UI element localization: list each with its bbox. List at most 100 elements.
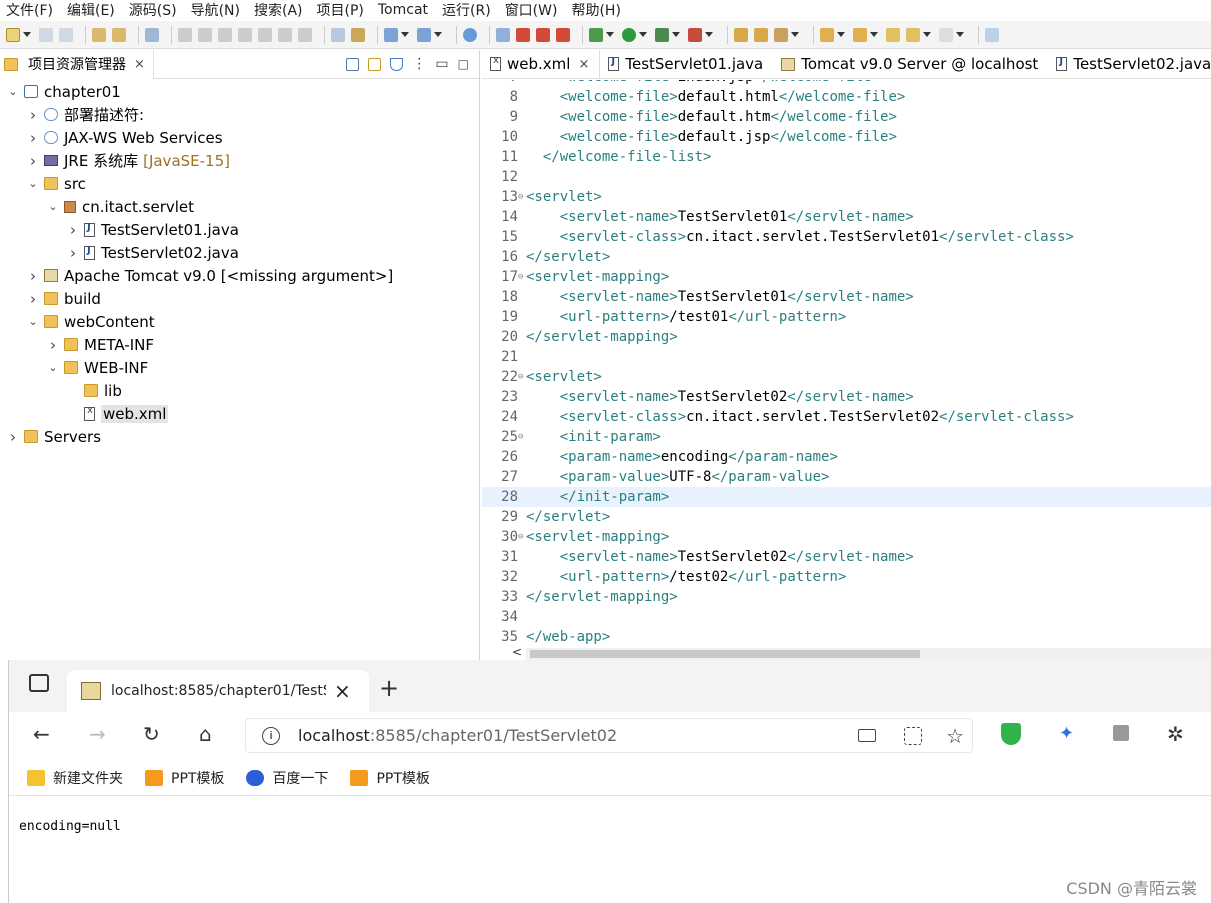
chevron-down-icon[interactable]: ⌄ xyxy=(26,315,40,328)
favorite-ppt-1[interactable]: PPT模板 xyxy=(145,768,224,788)
close-icon[interactable]: × xyxy=(578,57,589,72)
menu-help[interactable]: 帮助(H) xyxy=(571,0,620,20)
app-available-icon[interactable] xyxy=(858,729,876,742)
tree-item[interactable]: ⌄ chapter01 xyxy=(6,80,120,103)
tree-item[interactable]: › Apache Tomcat v9.0 [<missing argument>] xyxy=(26,264,393,287)
fold-toggle-icon[interactable]: ⊖ xyxy=(518,372,526,382)
tree-item[interactable]: › JRE 系统库 [JavaSE-15] xyxy=(26,149,230,172)
last-edit-icon[interactable] xyxy=(886,27,900,42)
search-tool-icon[interactable] xyxy=(774,27,788,42)
tab-close-icon[interactable]: × xyxy=(334,679,351,703)
filter-icon[interactable] xyxy=(390,57,404,71)
chevron-down-icon[interactable]: ⌄ xyxy=(26,177,40,190)
tree-item[interactable]: › TestServlet02.java xyxy=(66,241,239,264)
back-icon[interactable] xyxy=(906,27,920,42)
menu-edit[interactable]: 编辑(E) xyxy=(67,0,115,20)
minimize-icon[interactable]: ▭ xyxy=(435,56,448,72)
external-run-dropdown-icon[interactable] xyxy=(705,32,713,37)
tree-item[interactable]: › Servers xyxy=(6,425,101,448)
open-folder-icon[interactable] xyxy=(754,27,768,42)
new-icon[interactable] xyxy=(6,27,20,42)
open-resource-icon[interactable] xyxy=(112,27,126,42)
favorite-baidu[interactable]: 百度一下 xyxy=(246,768,328,788)
toggle-ant-icon[interactable] xyxy=(331,27,345,42)
forward-icon[interactable] xyxy=(939,27,953,42)
chevron-down-icon[interactable]: ⌄ xyxy=(46,361,60,374)
debug-dropdown-icon[interactable] xyxy=(606,32,614,37)
server-dropdown-icon[interactable] xyxy=(401,32,409,37)
home-button[interactable]: ⌂ xyxy=(199,722,212,746)
menu-tomcat[interactable]: Tomcat xyxy=(378,2,428,18)
horizontal-scrollbar[interactable]: < xyxy=(512,645,1211,660)
tab-tomcat-server[interactable]: Tomcat v9.0 Server @ localhost xyxy=(773,50,1048,78)
chevron-right-icon[interactable]: › xyxy=(26,129,40,147)
address-bar[interactable]: i localhost:8585/chapter01/TestServlet02… xyxy=(245,718,973,753)
tree-item[interactable]: ⌄ cn.itact.servlet xyxy=(46,195,194,218)
tab-web-xml[interactable]: web.xml × xyxy=(482,50,601,78)
browser-tab[interactable]: localhost:8585/chapter01/TestSe × xyxy=(67,670,369,712)
chevron-right-icon[interactable]: › xyxy=(26,290,40,308)
run-dropdown-icon[interactable] xyxy=(639,32,647,37)
tab-actions-icon[interactable] xyxy=(29,674,49,692)
link-editor-icon[interactable] xyxy=(368,57,382,71)
web-services-icon[interactable] xyxy=(496,27,510,42)
run-icon[interactable] xyxy=(622,27,636,42)
open-type-icon[interactable] xyxy=(92,27,106,42)
menu-window[interactable]: 窗口(W) xyxy=(505,0,558,20)
chevron-right-icon[interactable]: › xyxy=(66,244,80,262)
favorite-ppt-2[interactable]: PPT模板 xyxy=(350,768,430,788)
chevron-right-icon[interactable]: › xyxy=(26,267,40,285)
chevron-right-icon[interactable]: › xyxy=(66,221,80,239)
tomcat-restart-icon[interactable] xyxy=(556,27,570,42)
tree-item[interactable]: › TestServlet01.java xyxy=(66,218,239,241)
tree-item[interactable]: ⌄ WEB-INF xyxy=(46,356,148,379)
prev-annotation-icon[interactable] xyxy=(853,27,867,42)
maximize-icon[interactable]: □ xyxy=(458,57,469,71)
chevron-down-icon[interactable]: ⌄ xyxy=(46,200,60,213)
disconnect-icon[interactable] xyxy=(238,27,252,42)
new-web-icon[interactable] xyxy=(417,27,431,42)
forward-dropdown-icon[interactable] xyxy=(956,32,964,37)
tree-item[interactable]: ⌄ src xyxy=(26,172,86,195)
favorite-new-folder[interactable]: 新建文件夹 xyxy=(27,768,123,788)
next-annotation-icon[interactable] xyxy=(820,27,834,42)
tree-item[interactable]: lib xyxy=(66,379,122,402)
fold-toggle-icon[interactable]: ⊖ xyxy=(518,532,526,542)
chevron-right-icon[interactable]: › xyxy=(26,152,40,170)
tomcat-stop-icon[interactable] xyxy=(536,27,550,42)
menu-navigate[interactable]: 导航(N) xyxy=(191,0,240,20)
scroll-thumb[interactable] xyxy=(530,650,920,658)
save-all-icon[interactable] xyxy=(59,27,73,42)
new-server-icon[interactable] xyxy=(384,27,398,42)
tree-item[interactable]: › build xyxy=(26,287,101,310)
fold-toggle-icon[interactable]: ⊖ xyxy=(518,192,526,202)
menu-source[interactable]: 源码(S) xyxy=(129,0,177,20)
menu-run[interactable]: 运行(R) xyxy=(442,0,491,20)
tree-item[interactable]: › META-INF xyxy=(46,333,154,356)
external-tools-icon[interactable] xyxy=(351,27,365,42)
code-editor[interactable]: 7 <welcome-file>index.jsp</welcome-file>… xyxy=(482,80,1211,650)
tomcat-start-icon[interactable] xyxy=(516,27,530,42)
resume-icon[interactable] xyxy=(178,27,192,42)
qr-code-icon[interactable] xyxy=(904,727,922,745)
step-into-icon[interactable] xyxy=(258,27,272,42)
terminate-icon[interactable] xyxy=(218,27,232,42)
coverage-dropdown-icon[interactable] xyxy=(672,32,680,37)
tab-project-explorer[interactable]: 项目资源管理器 × xyxy=(0,49,154,79)
open-project-icon[interactable] xyxy=(734,27,748,42)
tab-testservlet01[interactable]: TestServlet01.java xyxy=(600,50,773,78)
view-menu-icon[interactable]: ⋮ xyxy=(412,56,426,72)
forward-button[interactable]: → xyxy=(89,722,106,746)
chevron-right-icon[interactable]: › xyxy=(6,428,20,446)
suspend-icon[interactable] xyxy=(198,27,212,42)
search-dropdown-icon[interactable] xyxy=(791,32,799,37)
site-info-icon[interactable]: i xyxy=(262,726,280,745)
web-dropdown-icon[interactable] xyxy=(434,32,442,37)
extension-bird-icon[interactable]: ✦ xyxy=(1059,723,1074,744)
tab-testservlet02[interactable]: TestServlet02.java xyxy=(1048,50,1211,78)
step-over-icon[interactable] xyxy=(278,27,292,42)
menu-file[interactable]: 文件(F) xyxy=(6,0,53,20)
chevron-right-icon[interactable]: › xyxy=(46,336,60,354)
tree-item[interactable]: web.xml xyxy=(66,402,169,425)
new-dropdown-icon[interactable] xyxy=(23,32,31,37)
